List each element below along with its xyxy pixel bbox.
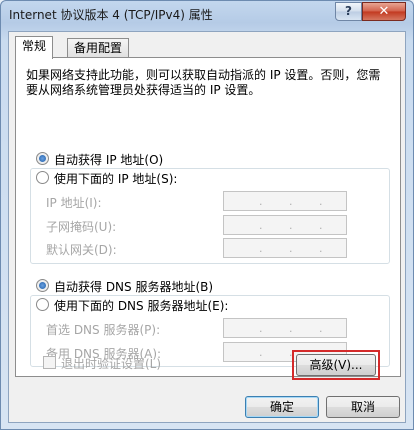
- dns-manual-label[interactable]: 使用下面的 DNS 服务器地址(E):: [54, 297, 232, 314]
- default-gateway-field[interactable]: ...: [223, 238, 347, 258]
- tab-panel-general: 如果网络支持此功能，则可以获取自动指派的 IP 设置。否则，您需要从网络系统管理…: [15, 57, 401, 377]
- tab-alternate-configuration[interactable]: 备用配置: [67, 38, 130, 59]
- ip-manual-label[interactable]: 使用下面的 IP 地址(S):: [54, 170, 181, 187]
- dns-auto-label[interactable]: 自动获得 DNS 服务器地址(B): [54, 278, 213, 295]
- help-button[interactable]: ?: [335, 2, 362, 21]
- preferred-dns-label: 首选 DNS 服务器(P):: [46, 323, 161, 337]
- title-bar[interactable]: Internet 协议版本 4 (TCP/IPv4) 属性 ? ✕: [1, 1, 413, 25]
- preferred-dns-field[interactable]: ...: [223, 318, 347, 338]
- dns-manual-radio[interactable]: [36, 298, 49, 311]
- ok-button[interactable]: 确定: [245, 396, 319, 418]
- tab-general[interactable]: 常规: [15, 36, 54, 59]
- ip-address-field[interactable]: ...: [223, 191, 347, 211]
- ip-manual-radio[interactable]: [36, 171, 49, 184]
- dns-auto-radio[interactable]: [36, 279, 49, 292]
- description-text: 如果网络支持此功能，则可以获取自动指派的 IP 设置。否则，您需要从网络系统管理…: [26, 68, 381, 97]
- ip-auto-label[interactable]: 自动获得 IP 地址(O): [54, 151, 163, 168]
- window-title: Internet 协议版本 4 (TCP/IPv4) 属性: [9, 8, 213, 22]
- dialog-client-area: 常规 备用配置 如果网络支持此功能，则可以获取自动指派的 IP 设置。否则，您需…: [8, 31, 406, 423]
- subnet-mask-label: 子网掩码(U):: [46, 220, 117, 234]
- close-button[interactable]: ✕: [362, 2, 406, 21]
- advanced-button[interactable]: 高级(V)...: [296, 354, 376, 376]
- validate-settings-checkbox[interactable]: [43, 356, 56, 369]
- default-gateway-label: 默认网关(D):: [46, 243, 117, 257]
- cancel-button[interactable]: 取消: [326, 396, 400, 418]
- validate-settings-label: 退出时验证设置(L): [61, 357, 162, 371]
- ip-address-label: IP 地址(I):: [46, 196, 102, 210]
- subnet-mask-field[interactable]: ...: [223, 215, 347, 235]
- ip-auto-radio[interactable]: [36, 152, 49, 165]
- dialog-window: Internet 协议版本 4 (TCP/IPv4) 属性 ? ✕ 常规 备用配…: [0, 0, 414, 430]
